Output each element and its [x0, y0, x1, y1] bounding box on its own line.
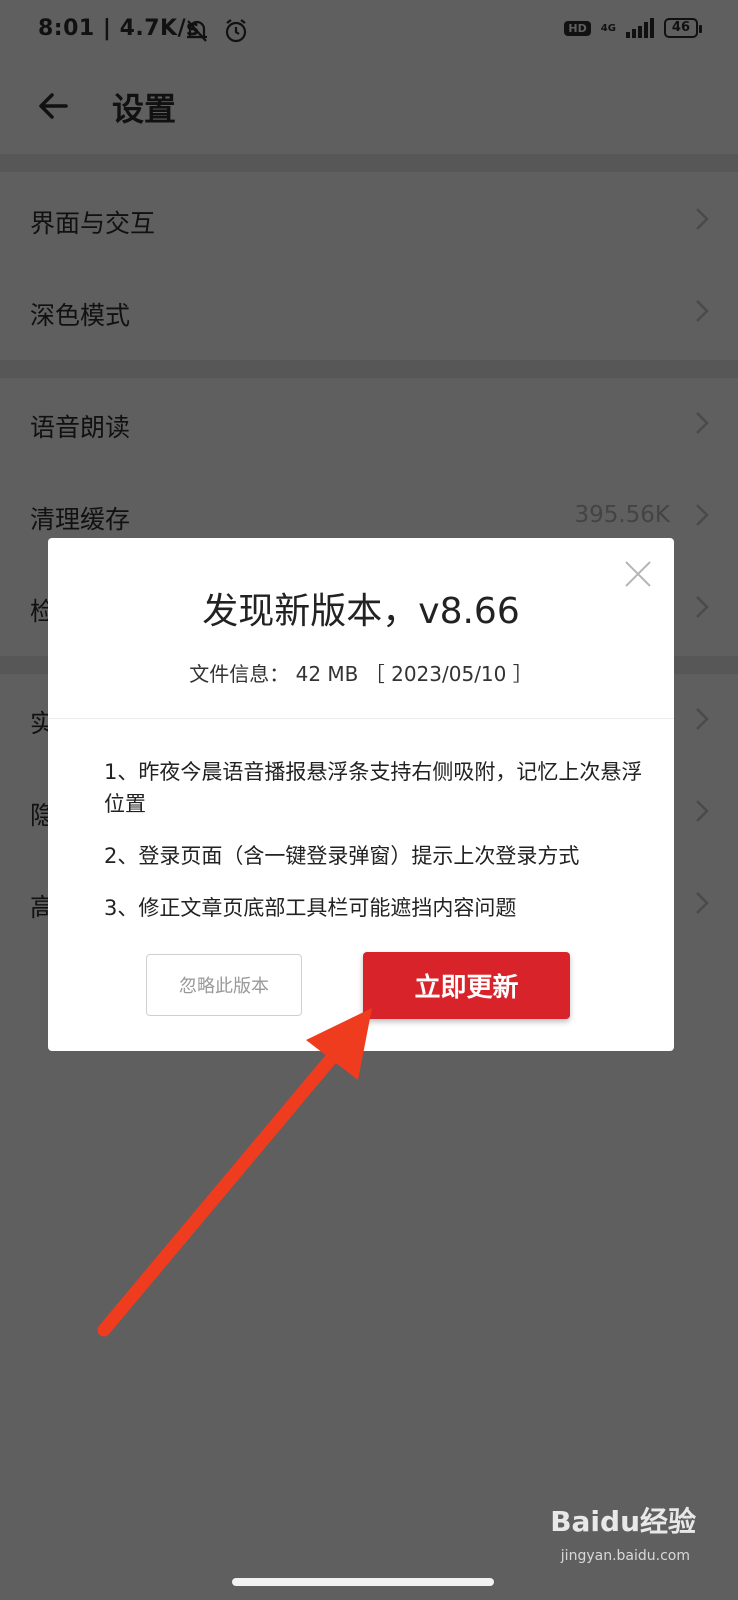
file-info: 文件信息： 42 MB ［ 2023/05/10 ］: [189, 662, 533, 686]
settings-item-label: 清理缓存: [30, 505, 131, 534]
update-dialog: 发现新版本，v8.66 文件信息： 42 MB ［ 2023/05/10 ］ 1…: [48, 538, 674, 1051]
hd-icon: HD: [564, 20, 591, 36]
dialog-divider: [48, 718, 674, 719]
battery-icon: 46: [663, 18, 703, 38]
baidu-watermark-logo: Baidu经验: [550, 1505, 696, 1538]
section-divider: [0, 360, 738, 378]
section-divider: [0, 154, 738, 172]
release-note: 1、昨夜今晨语音播报悬浮条支持右侧吸附，记忆上次悬浮位置: [104, 760, 643, 816]
status-time: 8:01 | 4.7K/s: [38, 16, 200, 41]
ignore-version-button[interactable]: 忽略此版本: [146, 954, 302, 1016]
back-arrow-icon[interactable]: [34, 86, 74, 126]
signal-icon: [625, 18, 654, 38]
chevron-right-icon: [696, 708, 709, 730]
settings-item-label: 界面与交互: [30, 209, 156, 238]
release-note: 3、修正文章页底部工具栏可能遮挡内容问题: [104, 896, 517, 920]
settings-item-dark-mode[interactable]: 深色模式: [0, 266, 738, 358]
page-title: 设置: [112, 90, 177, 128]
status-bar: 8:01 | 4.7K/s HD 4G 46: [0, 0, 738, 66]
mute-bell-icon: [187, 20, 207, 42]
chevron-right-icon: [696, 596, 709, 618]
settings-item-interface[interactable]: 界面与交互: [0, 174, 738, 266]
watermark-url: jingyan.baidu.com: [560, 1548, 690, 1564]
chevron-right-icon: [696, 892, 709, 914]
chevron-right-icon: [696, 504, 709, 526]
dialog-title: 发现新版本，v8.66: [202, 591, 520, 632]
home-indicator[interactable]: [232, 1578, 494, 1586]
app-header: 设置: [0, 66, 738, 154]
alarm-icon: [225, 19, 247, 43]
settings-item-voice-reading[interactable]: 语音朗读: [0, 378, 738, 470]
chevron-right-icon: [696, 412, 709, 434]
cache-size-value: 395.56K: [574, 502, 670, 528]
chevron-right-icon: [696, 300, 709, 322]
settings-item-label: 语音朗读: [30, 413, 131, 442]
release-note: 2、登录页面（含一键登录弹窗）提示上次登录方式: [104, 844, 580, 868]
chevron-right-icon: [696, 208, 709, 230]
release-notes: 1、昨夜今晨语音播报悬浮条支持右侧吸附，记忆上次悬浮位置 2、登录页面（含一键登…: [104, 756, 644, 944]
settings-item-label: 深色模式: [30, 301, 131, 330]
chevron-right-icon: [696, 800, 709, 822]
network-type: 4G: [600, 22, 616, 34]
update-now-button[interactable]: 立即更新: [363, 952, 570, 1019]
